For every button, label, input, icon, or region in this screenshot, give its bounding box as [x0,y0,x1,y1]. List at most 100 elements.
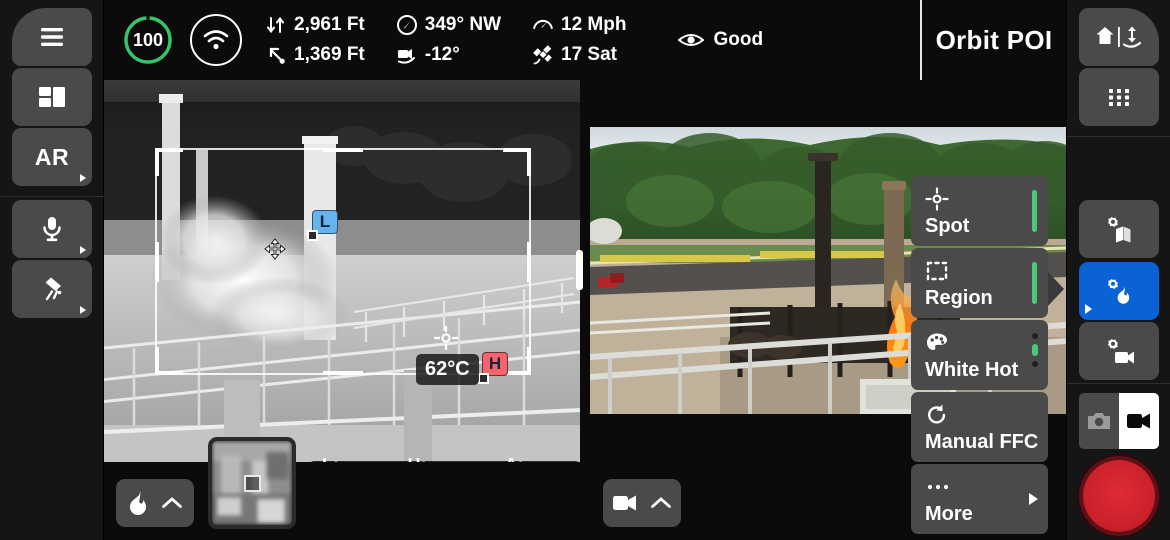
menu-item-manual-ffc-label: Manual FFC [925,431,1039,453]
telemetry-group-altitude: 2,961 Ft 1,369 Ft [264,12,365,68]
white-hot-indicator [1032,333,1038,367]
menu-item-manual-ffc[interactable]: Manual FFC [911,392,1048,462]
sidebar-item-layout[interactable] [12,68,92,126]
grid-dots-icon [1109,89,1129,106]
photo-camera-icon [1088,413,1110,429]
satellite-icon [531,44,555,66]
wifi-icon [203,30,229,50]
telemetry-speed: 12 Mph [531,12,626,38]
capture-mode-photo[interactable] [1079,393,1119,449]
microphone-chevron-right-icon [80,246,86,254]
menu-item-region-label: Region [925,287,993,309]
menu-item-white-hot[interactable]: White Hot [911,320,1048,390]
sidebar-item-menu[interactable] [12,8,92,66]
record-button[interactable] [1083,460,1155,532]
menu-item-spot[interactable]: Spot [911,176,1048,246]
high-temp-point [478,373,489,384]
palette-icon [925,330,1036,356]
distance-icon [264,44,288,66]
speed-value: 12 Mph [561,14,627,35]
flame-icon [130,490,146,515]
ar-chevron-right-icon [80,174,86,182]
menu-item-white-hot-label: White Hot [925,359,1019,381]
thermal-region-box[interactable] [155,148,531,375]
low-temp-marker-label: L [319,212,331,231]
altitude-value: 2,961 Ft [294,14,365,35]
temp-low-value: L: 24°C [322,455,382,462]
signal-strength-indicator[interactable] [190,14,242,66]
low-temp-point [307,230,318,241]
right-toolbar [1066,0,1170,540]
hamburger-icon [41,28,63,46]
drone-controller-app: L H 62°C L: 24°C H: 120°C A: 72°C [0,0,1170,540]
layout-split-icon [39,87,65,107]
refresh-icon [925,402,1036,428]
capture-mode-toggle[interactable] [1079,393,1159,449]
menu-item-more[interactable]: More [911,464,1048,534]
spotlight-chevron-right-icon [80,306,86,314]
video-camera-icon [613,495,636,511]
capture-mode-video[interactable] [1119,393,1159,449]
more-chevron-right-icon [1029,493,1038,505]
battery-indicator[interactable]: 100 [122,14,174,66]
thermal-temp-readout-bar: L: 24°C H: 120°C A: 72°C [309,455,580,462]
media-thumbnail[interactable] [208,437,296,529]
sidebar-item-thermal-settings[interactable] [1079,262,1159,320]
gear-flame-icon [1108,279,1130,304]
video-camera-icon [1127,413,1150,429]
thumbnail-focus-box [243,474,261,492]
telemetry-satellites: 17 Sat [531,42,626,68]
battery-percent: 100 [132,29,164,50]
chevron-up-icon [162,497,182,508]
satellites-value: 17 Sat [561,44,617,65]
temp-avg-value: A: 72°C [505,455,567,462]
thermal-settings-menu: Spot Region White Hot Manual FFC More [911,176,1048,536]
eye-icon [678,34,705,46]
telemetry-heading: 349° NW [395,12,501,38]
spotlight-icon [45,277,62,301]
spot-temperature-readout: 62°C [416,354,479,385]
left-toolbar: AR [0,0,104,540]
gps-quality-label: Good [713,29,764,50]
speed-icon [531,14,555,36]
ellipsis-icon [925,474,1036,500]
sidebar-item-microphone[interactable] [12,200,92,258]
visible-camera-button[interactable] [603,479,681,527]
region-box-icon [925,258,1036,284]
sidebar-item-spotlight[interactable] [12,260,92,318]
ar-label: AR [34,143,70,170]
menu-item-region[interactable]: Region [911,248,1048,318]
thermal-camera-view[interactable]: L H 62°C L: 24°C H: 120°C A: 72°C [104,80,580,462]
gimbal-pitch-value: -12° [424,44,460,65]
gear-map-icon [1108,217,1131,243]
heading-value: 349° NW [424,14,501,35]
gimbal-pitch-icon [395,44,419,66]
compass-icon [395,14,419,36]
sidebar-item-home-rth[interactable] [1079,8,1159,66]
microphone-icon [43,217,61,242]
telemetry-gimbal-pitch: -12° [395,42,501,68]
menu-pointer-arrow [1048,272,1064,306]
region-indicator [1032,262,1037,304]
sidebar-item-ar[interactable]: AR [12,128,92,186]
distance-value: 1,369 Ft [294,44,365,65]
altitude-icon [264,14,288,36]
telemetry-group-speed: 12 Mph 17 Sat [531,12,626,68]
gear-camera-icon [1108,339,1134,364]
sidebar-item-map-settings[interactable] [1079,200,1159,258]
view-split-handle[interactable] [576,250,583,290]
spot-meter-icon [925,186,1036,212]
thermal-palette-button[interactable] [116,479,194,527]
move-handle-icon[interactable] [264,238,286,260]
telemetry-group-heading: 349° NW -12° [395,12,501,68]
gps-quality-indicator: Good [678,29,763,51]
telemetry-altitude: 2,961 Ft [264,12,365,38]
spot-crosshair-icon[interactable] [434,326,458,350]
high-temp-marker-label: H [488,354,502,373]
sidebar-item-apps-grid[interactable] [1079,68,1159,126]
spot-indicator [1032,190,1037,232]
thermal-settings-chevron-left-icon [1085,304,1092,314]
home-land-icon [1096,26,1142,48]
temp-high-value: H: 120°C [407,455,479,462]
sidebar-item-camera-settings[interactable] [1079,322,1159,380]
